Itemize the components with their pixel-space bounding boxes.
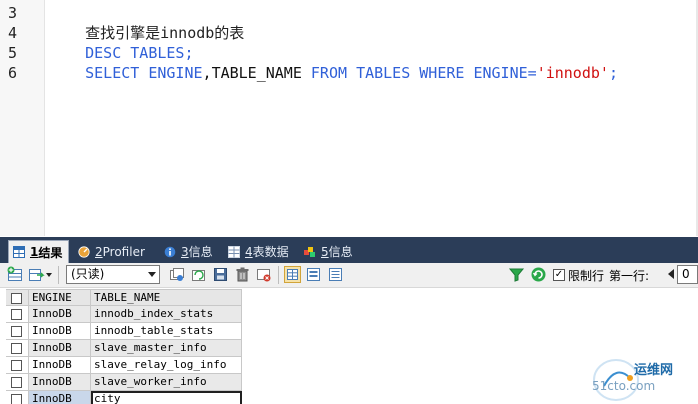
cell-engine[interactable]: InnoDB [29, 391, 91, 404]
tab-number: 1 [30, 245, 39, 259]
refresh-icon[interactable] [530, 266, 547, 283]
cell-engine[interactable]: InnoDB [29, 306, 91, 323]
cell-engine[interactable]: InnoDB [29, 340, 91, 357]
column-header-engine[interactable]: ENGINE [29, 289, 91, 306]
sql-identifier: ENGINE [473, 64, 528, 82]
cell-engine[interactable]: InnoDB [29, 323, 91, 340]
row-select-cell[interactable] [6, 306, 29, 323]
select-all-cell[interactable] [6, 289, 29, 306]
tab-number: 5 [321, 244, 329, 259]
cell-table-name[interactable]: slave_worker_info [91, 374, 242, 391]
grid-view-icon[interactable] [284, 266, 301, 283]
toolbar-divider [278, 266, 279, 284]
first-row-label: 第一行: [609, 269, 650, 283]
tab-table-data[interactable]: 4 表数据 [224, 240, 295, 263]
code-line-5[interactable]: SELECT ENGINE,TABLE_NAME FROM TABLES WHE… [49, 43, 618, 103]
sql-operator: = [527, 64, 537, 82]
toolbar-divider [58, 266, 59, 284]
add-row-icon[interactable] [7, 266, 24, 283]
column-header-table-name[interactable]: TABLE_NAME [91, 289, 242, 306]
watermark-title: 运维网 [634, 363, 674, 378]
tab-label: 信息 [328, 245, 353, 259]
limit-rows-checkbox[interactable]: ✓ [553, 269, 565, 281]
sql-identifier: TABLES [356, 64, 411, 82]
filter-icon[interactable] [508, 266, 525, 283]
row-select-cell[interactable] [6, 323, 29, 340]
discard-changes-icon[interactable] [255, 266, 272, 283]
info-icon [164, 246, 176, 258]
cell-table-name[interactable]: innodb_index_stats [91, 306, 242, 323]
cell-table-name[interactable]: innodb_table_stats [91, 323, 242, 340]
form-view-icon[interactable] [305, 266, 322, 283]
row-checkbox[interactable] [11, 394, 22, 404]
row-select-cell[interactable] [6, 374, 29, 391]
tab-number: 4 [245, 244, 253, 259]
row-checkbox[interactable] [11, 326, 22, 337]
tab-label: 信息 [188, 245, 213, 259]
sql-string: 'innodb' [536, 64, 609, 82]
delete-icon[interactable] [234, 266, 251, 283]
line-number: 4 [8, 24, 18, 42]
cell-engine[interactable]: InnoDB [29, 357, 91, 374]
result-toolbar: (只读) ✓ 限制行 第一行: 0 [0, 263, 698, 288]
cell-engine[interactable]: InnoDB [29, 374, 91, 391]
tab-info-2[interactable]: 5 信息 [300, 240, 359, 263]
tab-info[interactable]: 3 信息 [160, 240, 219, 263]
save-icon[interactable] [212, 266, 229, 283]
cell-table-name[interactable]: city [91, 391, 242, 404]
line-number: 3 [8, 4, 18, 22]
watermark-url: 51cto.com [592, 379, 656, 393]
select-all-checkbox[interactable] [11, 293, 22, 304]
line-number-gutter: 3 4 5 6 [0, 0, 45, 236]
row-select-cell[interactable] [6, 357, 29, 374]
refresh-data-icon[interactable] [190, 266, 207, 283]
limit-rows-label: 限制行 [568, 269, 605, 283]
chevron-down-icon [148, 272, 156, 277]
tab-profiler[interactable]: 2 Profiler [74, 240, 151, 263]
previous-page-icon[interactable] [668, 269, 674, 279]
cell-table-name[interactable]: slave_master_info [91, 340, 242, 357]
tab-number: 2 [95, 244, 103, 259]
sql-punct: , [202, 64, 212, 82]
tab-number: 3 [181, 244, 189, 259]
sql-keyword: WHERE [419, 64, 465, 82]
table-data-icon [228, 245, 240, 258]
sql-identifier: TABLE_NAME [211, 64, 302, 82]
duplicate-row-icon[interactable] [168, 266, 185, 283]
line-number: 5 [8, 44, 18, 62]
tab-label: 表数据 [252, 245, 289, 259]
sql-identifier: ENGINE [148, 64, 203, 82]
result-grid-icon [13, 246, 25, 258]
first-row-input[interactable]: 0 [677, 265, 698, 284]
mode-select[interactable]: (只读) [66, 265, 160, 284]
sql-keyword: SELECT [85, 64, 140, 82]
tab-label: Profiler [102, 244, 145, 259]
sql-editor[interactable]: 3 4 5 6 查找引擎是innodb的表 DESC TABLES; SELEC… [0, 0, 698, 236]
row-select-cell[interactable] [6, 391, 29, 404]
row-checkbox[interactable] [11, 343, 22, 354]
line-number: 6 [8, 64, 18, 82]
export-dropdown-icon[interactable] [46, 273, 52, 277]
row-checkbox[interactable] [11, 377, 22, 388]
mode-select-value: (只读) [71, 267, 105, 281]
sql-keyword: FROM [310, 64, 348, 82]
tab-results[interactable]: 1 结果 [8, 240, 70, 263]
tab-label: 结果 [38, 245, 63, 260]
row-select-cell[interactable] [6, 340, 29, 357]
text-view-icon[interactable] [327, 266, 344, 283]
export-icon[interactable] [28, 266, 45, 283]
info2-icon [304, 246, 316, 258]
row-checkbox[interactable] [11, 309, 22, 320]
sql-punct: ; [608, 64, 618, 82]
profiler-icon [78, 245, 90, 258]
row-checkbox[interactable] [11, 360, 22, 371]
result-tabbar: 1 结果 2 Profiler 3 信息 4 表数据 5 信息 [0, 237, 698, 263]
cell-table-name[interactable]: slave_relay_log_info [91, 357, 242, 374]
